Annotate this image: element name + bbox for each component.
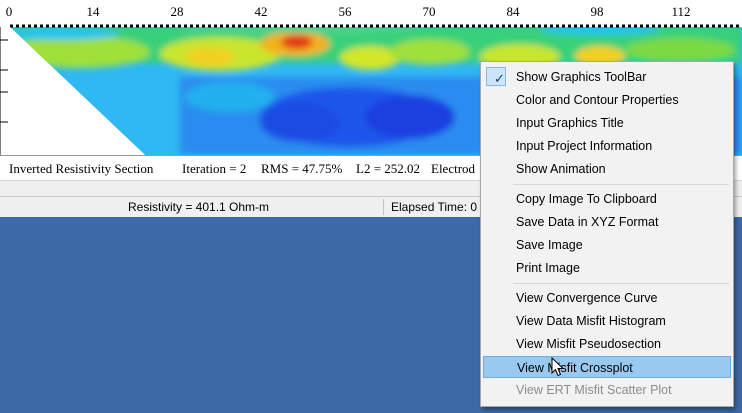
menu-item-show-animation[interactable]: Show Animation xyxy=(483,158,731,180)
menu-item-save-image[interactable]: Save Image xyxy=(483,234,731,256)
menu-item-show-graphics-toolbar[interactable]: ✓ Show Graphics ToolBar xyxy=(483,66,731,88)
menu-item-label: Show Animation xyxy=(516,162,606,176)
x-tick-label: 56 xyxy=(338,4,352,19)
menu-item-label: View Misfit Crossplot xyxy=(517,361,633,375)
x-tick-label: 14 xyxy=(86,4,100,19)
menu-item-view-ert-misfit-scatter-plot: View ERT Misfit Scatter Plot xyxy=(483,379,731,401)
menu-item-input-graphics-title[interactable]: Input Graphics Title xyxy=(483,112,731,134)
checkmark-icon: ✓ xyxy=(494,71,505,86)
electrode-label: Electrod xyxy=(431,161,476,176)
menu-item-input-project-information[interactable]: Input Project Information xyxy=(483,135,731,157)
x-tick-label: 84 xyxy=(506,4,520,19)
menu-item-label: View Data Misfit Histogram xyxy=(516,314,666,328)
l2-label: L2 = 252.02 xyxy=(356,161,421,176)
x-tick-label: 28 xyxy=(170,4,184,19)
menu-item-view-misfit-pseudosection[interactable]: View Misfit Pseudosection xyxy=(483,333,731,355)
menu-item-save-data-xyz[interactable]: Save Data in XYZ Format xyxy=(483,211,731,233)
iteration-label: Iteration = 2 xyxy=(182,161,247,176)
menu-separator xyxy=(513,283,729,284)
menu-item-view-convergence-curve[interactable]: View Convergence Curve xyxy=(483,287,731,309)
rms-label: RMS = 47.75% xyxy=(261,161,343,176)
x-tick-label: 112 xyxy=(671,4,691,19)
context-menu: ✓ Show Graphics ToolBar Color and Contou… xyxy=(480,61,734,407)
menu-item-label: View ERT Misfit Scatter Plot xyxy=(516,383,672,397)
menu-item-label: Show Graphics ToolBar xyxy=(516,70,647,84)
menu-item-copy-image-to-clipboard[interactable]: Copy Image To Clipboard xyxy=(483,188,731,210)
status-separator xyxy=(383,199,384,215)
menu-item-label: Input Project Information xyxy=(516,139,653,153)
menu-separator xyxy=(513,184,729,185)
x-tick-label: 98 xyxy=(590,4,604,19)
menu-item-label: View Misfit Pseudosection xyxy=(516,337,661,351)
menu-item-view-data-misfit-histogram[interactable]: View Data Misfit Histogram xyxy=(483,310,731,332)
menu-item-color-contour-properties[interactable]: Color and Contour Properties xyxy=(483,89,731,111)
menu-item-print-image[interactable]: Print Image xyxy=(483,257,731,279)
x-tick-label: 42 xyxy=(254,4,268,19)
menu-item-label: Save Data in XYZ Format xyxy=(516,215,659,229)
menu-item-label: Input Graphics Title xyxy=(516,116,624,130)
x-axis: 0 14 28 42 56 70 84 98 112 xyxy=(0,0,742,22)
menu-item-label: Print Image xyxy=(516,261,580,275)
menu-item-label: Color and Contour Properties xyxy=(516,93,679,107)
menu-item-label: View Convergence Curve xyxy=(516,291,658,305)
x-tick-label: 0 xyxy=(5,4,13,19)
x-tick-label: 70 xyxy=(422,4,436,19)
section-title: Inverted Resistivity Section xyxy=(9,161,154,176)
menu-item-view-misfit-crossplot[interactable]: View Misfit Crossplot xyxy=(483,356,731,378)
resistivity-readout: Resistivity = 401.1 Ohm-m xyxy=(128,200,270,214)
menu-item-label: Save Image xyxy=(516,238,583,252)
check-indicator: ✓ xyxy=(486,67,506,86)
elapsed-time-readout: Elapsed Time: 0 xyxy=(391,200,478,214)
mouse-cursor-icon xyxy=(551,357,565,377)
menu-item-label: Copy Image To Clipboard xyxy=(516,192,657,206)
